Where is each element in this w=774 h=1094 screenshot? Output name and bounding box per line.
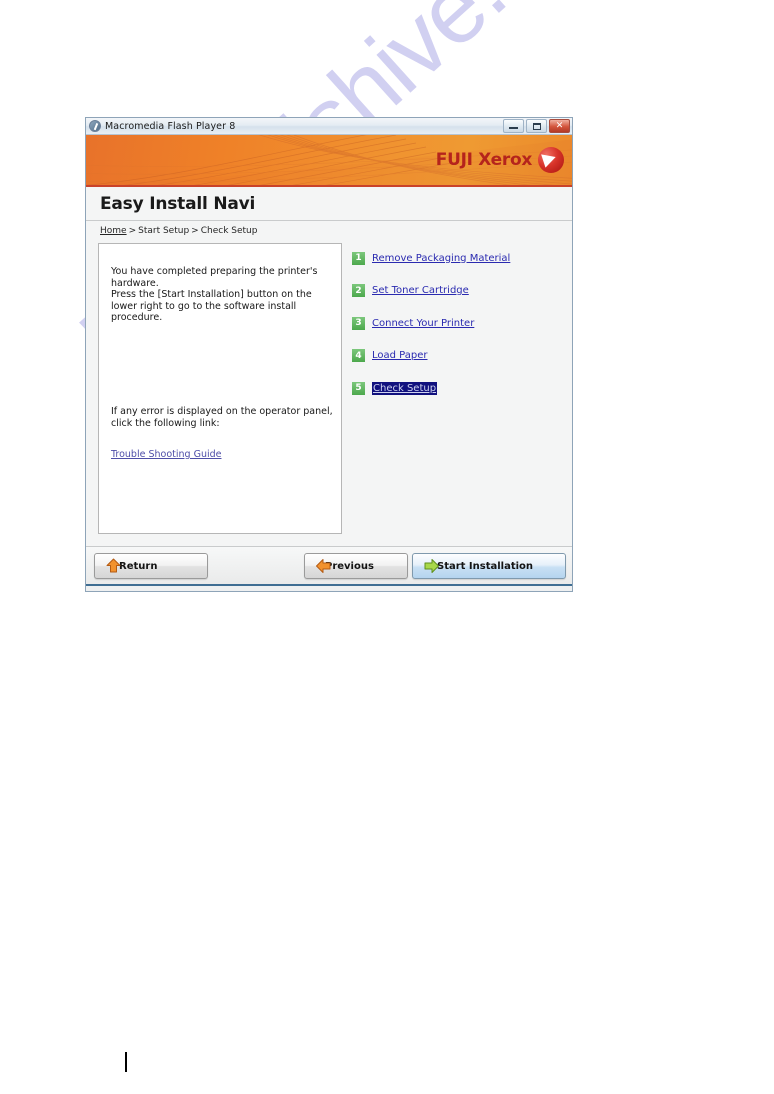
step-link-load-paper[interactable]: Load Paper bbox=[372, 350, 428, 361]
page-title: Easy Install Navi bbox=[100, 194, 256, 214]
step-badge: 1 bbox=[352, 251, 365, 265]
step-badge: 3 bbox=[352, 316, 365, 330]
step-item-5[interactable]: 5 Check Setup bbox=[352, 381, 572, 395]
content-area: You have completed preparing the printer… bbox=[86, 241, 572, 546]
instruction-text: You have completed preparing the printer… bbox=[111, 266, 318, 323]
window-controls: ✕ bbox=[503, 119, 570, 133]
arrow-left-icon bbox=[316, 559, 331, 573]
step-badge: 2 bbox=[352, 284, 365, 297]
start-installation-button[interactable]: Start Installation bbox=[412, 553, 566, 579]
instruction-pane: You have completed preparing the printer… bbox=[86, 243, 342, 546]
previous-button-label: Previous bbox=[325, 560, 374, 572]
start-installation-button-label: Start Installation bbox=[437, 560, 534, 572]
close-icon: ✕ bbox=[555, 120, 564, 131]
step-link-check-setup[interactable]: Check Setup bbox=[372, 381, 438, 395]
step-item-4[interactable]: 4 Load Paper bbox=[352, 349, 572, 363]
page-margin-tick bbox=[125, 1052, 127, 1072]
xerox-ball-icon bbox=[538, 147, 564, 173]
breadcrumb-home[interactable]: Home bbox=[100, 226, 127, 236]
footer-rule bbox=[86, 584, 572, 586]
page-heading: Easy Install Navi bbox=[86, 187, 572, 221]
step-item-1[interactable]: 1 Remove Packaging Material bbox=[352, 251, 572, 265]
flash-player-window: Macromedia Flash Player 8 ✕ FUJI Xerox E… bbox=[85, 117, 573, 592]
breadcrumb-separator: > bbox=[128, 226, 137, 236]
flash-icon bbox=[89, 120, 101, 132]
error-note-text: If any error is displayed on the operato… bbox=[111, 406, 333, 429]
step-item-3[interactable]: 3 Connect Your Printer bbox=[352, 316, 572, 330]
breadcrumb-separator: > bbox=[191, 226, 199, 236]
window-titlebar: Macromedia Flash Player 8 ✕ bbox=[86, 118, 572, 135]
step-badge: 5 bbox=[352, 381, 365, 395]
return-button[interactable]: Return bbox=[94, 553, 208, 579]
step-list: 1 Remove Packaging Material 2 Set Toner … bbox=[342, 243, 572, 546]
step-link-remove-packaging-material[interactable]: Remove Packaging Material bbox=[372, 253, 510, 264]
breadcrumb: Home > Start Setup > Check Setup bbox=[86, 221, 572, 241]
button-bar: Return Previous Start Installation bbox=[86, 546, 572, 586]
minimize-button[interactable] bbox=[503, 119, 524, 133]
return-button-label: Return bbox=[119, 560, 158, 572]
maximize-icon bbox=[533, 123, 541, 130]
fuji-xerox-wordmark: FUJI Xerox bbox=[435, 150, 533, 170]
step-link-set-toner-cartridge[interactable]: Set Toner Cartridge bbox=[372, 285, 469, 296]
breadcrumb-current: Check Setup bbox=[200, 226, 258, 236]
close-button[interactable]: ✕ bbox=[549, 119, 570, 133]
step-item-2[interactable]: 2 Set Toner Cartridge bbox=[352, 284, 572, 298]
window-title: Macromedia Flash Player 8 bbox=[105, 120, 236, 132]
trouble-shooting-guide-link[interactable]: Trouble Shooting Guide bbox=[111, 449, 221, 460]
maximize-button[interactable] bbox=[526, 119, 547, 133]
step-link-connect-your-printer[interactable]: Connect Your Printer bbox=[372, 318, 474, 329]
arrow-up-icon bbox=[106, 558, 121, 573]
brand-banner: FUJI Xerox bbox=[86, 135, 572, 187]
fuji-xerox-logo: FUJI Xerox bbox=[436, 147, 564, 173]
breadcrumb-start-setup[interactable]: Start Setup bbox=[138, 226, 189, 236]
arrow-right-icon bbox=[424, 559, 439, 573]
minimize-icon bbox=[509, 127, 518, 129]
step-badge: 4 bbox=[352, 349, 365, 362]
instruction-panel: You have completed preparing the printer… bbox=[98, 243, 342, 534]
previous-button[interactable]: Previous bbox=[304, 553, 408, 579]
